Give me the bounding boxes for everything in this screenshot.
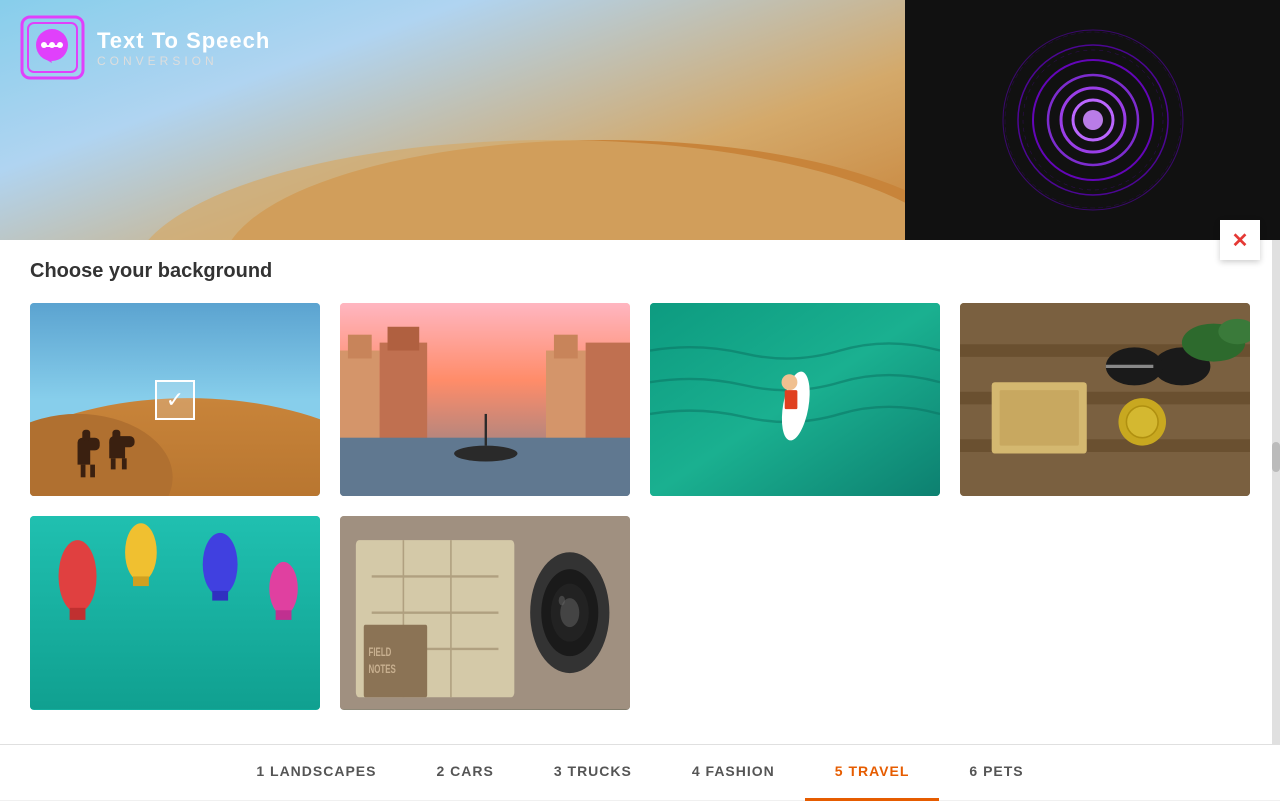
- glow-effect: [993, 20, 1193, 220]
- svg-text:NOTES: NOTES: [369, 664, 396, 677]
- background-thumb-desert[interactable]: ✓: [30, 303, 320, 496]
- logo-icon: —: [20, 15, 85, 80]
- logo-text: Text To Speech CONVERSION: [97, 28, 270, 68]
- image-grid-row1: ✓: [30, 303, 1250, 496]
- background-selector: Choose your background: [0, 240, 1280, 744]
- tab-pets[interactable]: 6 PETS: [939, 745, 1053, 801]
- tab-travel[interactable]: 5 TRAVEL: [805, 745, 940, 801]
- app-subtitle: CONVERSION: [97, 54, 270, 68]
- close-button[interactable]: ✕: [1220, 220, 1260, 260]
- background-thumb-flatlay[interactable]: [960, 303, 1250, 496]
- background-thumb-map[interactable]: FIELD NOTES: [340, 516, 630, 709]
- tab-cars[interactable]: 2 CARS: [406, 745, 523, 801]
- preview-panel: [905, 0, 1280, 240]
- logo: — Text To Speech CONVERSION: [20, 15, 270, 80]
- tab-fashion[interactable]: 4 FASHION: [662, 745, 805, 801]
- section-title: Choose your background: [30, 260, 1250, 283]
- scrollbar-thumb[interactable]: [1272, 442, 1280, 472]
- svg-text:FIELD: FIELD: [369, 647, 392, 660]
- background-thumb-ocean[interactable]: [650, 303, 940, 496]
- background-thumb-venice[interactable]: [340, 303, 630, 496]
- header: — Text To Speech CONVERSION: [0, 0, 1280, 240]
- scrollbar-track[interactable]: [1272, 240, 1280, 744]
- category-tabs: 1 LANDSCAPES 2 CARS 3 TRUCKS 4 FASHION 5…: [0, 744, 1280, 800]
- dune-shape: [0, 110, 905, 240]
- header-background: — Text To Speech CONVERSION: [0, 0, 905, 240]
- selected-indicator: ✓: [155, 380, 195, 420]
- tab-landscapes[interactable]: 1 LANDSCAPES: [226, 745, 406, 801]
- app-title: Text To Speech: [97, 28, 270, 54]
- image-grid-row2: FIELD NOTES: [30, 516, 1250, 709]
- background-thumb-teal[interactable]: [30, 516, 320, 709]
- tab-trucks[interactable]: 3 TRUCKS: [524, 745, 662, 801]
